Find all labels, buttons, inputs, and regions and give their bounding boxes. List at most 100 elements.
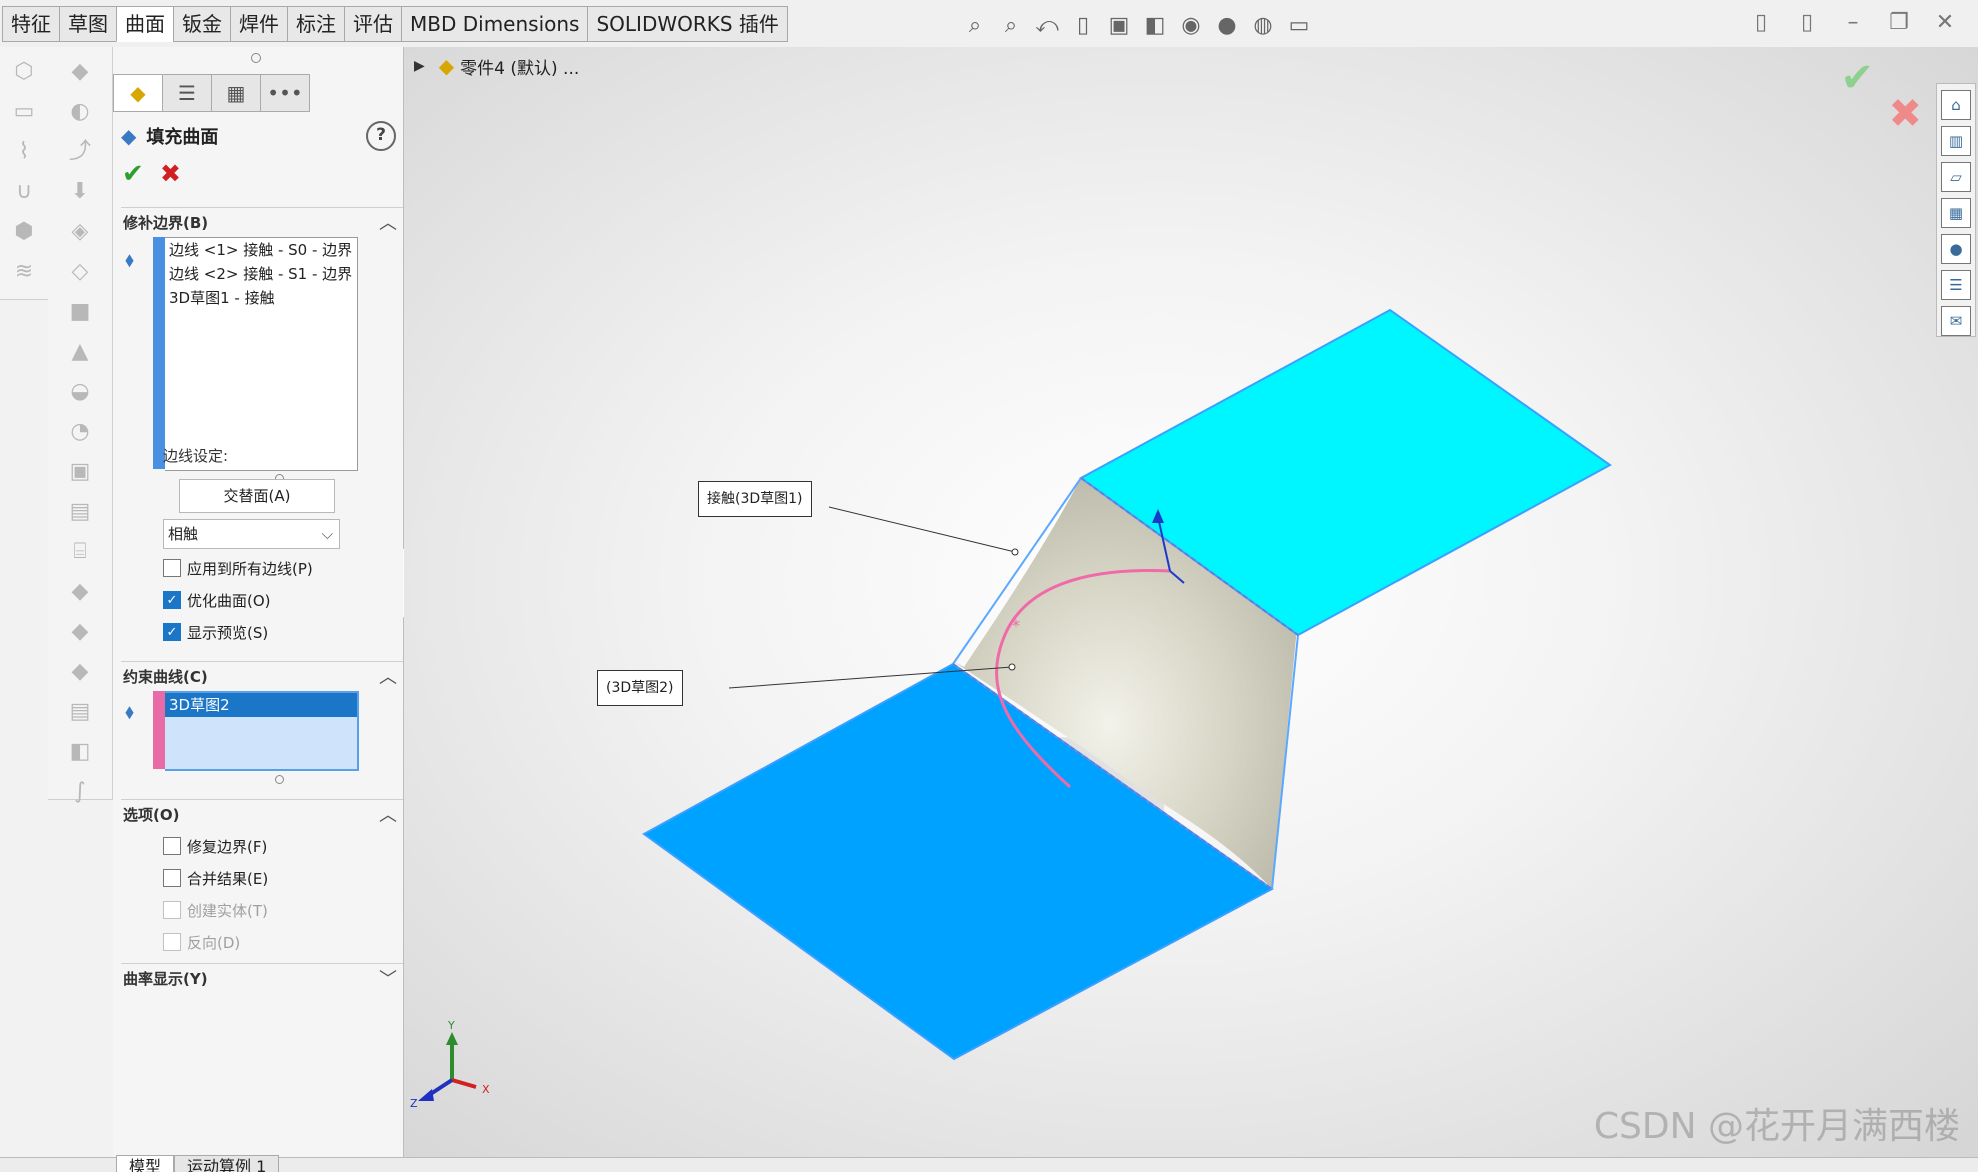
tab-motion-study-1[interactable]: 运动算例 1 [174,1155,280,1172]
more-tab[interactable]: ••• [260,74,310,112]
list-resize-grip[interactable] [275,775,284,784]
ruled-surface-icon[interactable]: ⤴ [65,137,95,167]
section-view-icon[interactable]: ▯ [1068,10,1098,40]
lofted-surface-icon[interactable]: ∪ [9,177,39,207]
checkbox-label: 应用到所有边线(P) [187,559,313,578]
boundary-surface-icon[interactable]: ⬢ [9,217,39,247]
cut-with-surface-icon[interactable]: ◆ [65,617,95,647]
fill-surface-icon[interactable]: ◆ [65,57,95,87]
alternate-face-button[interactable]: 交替面(A) [179,479,335,513]
chevron-up-icon[interactable]: ︿ [379,801,397,827]
tab-weldments[interactable]: 焊件 [230,6,287,42]
view-orientation-icon[interactable]: ▣ [1104,10,1134,40]
list-item[interactable]: 边线 <1> 接触 - S0 - 边界 [165,238,357,262]
leader-end [1008,663,1016,671]
cancel-button[interactable]: ✖ [160,159,181,188]
tab-annotation[interactable]: 标注 [287,6,344,42]
appearance-icon[interactable]: ● [1212,10,1242,40]
checkbox-box[interactable] [163,837,181,855]
optimize-surface-checkbox[interactable]: ✓ 优化曲面(O) [163,587,271,613]
tab-features[interactable]: 特征 [2,6,59,42]
replace-face-icon[interactable]: ▲ [65,337,95,367]
curve-point-marker: * [1012,616,1020,635]
property-manager-tab[interactable]: ☰ [162,74,211,112]
tile-left-icon[interactable]: ▯ [1748,10,1774,36]
apply-all-edges-checkbox[interactable]: 应用到所有边线(P) [163,555,313,581]
edge-selection-icon: ⬧ [125,247,134,271]
zoom-area-icon[interactable]: ⌕ [996,10,1026,40]
tab-model[interactable]: 模型 [116,1155,175,1172]
chevron-up-icon[interactable]: ︿ [379,663,397,689]
thickened-cut-icon[interactable]: ◆ [65,577,95,607]
callout-3d-sketch-2[interactable]: (3D草图2) [597,670,683,706]
extruded-surface-icon[interactable]: ⬡ [9,57,39,87]
fill-surface-icon: ◆ [121,124,137,148]
configuration-manager-icon: ▦ [226,81,246,105]
checkbox-box[interactable] [163,559,181,577]
view-settings-icon[interactable]: ▭ [1284,10,1314,40]
close-icon[interactable]: ✕ [1932,10,1958,36]
show-preview-checkbox[interactable]: ✓ 显示预览(S) [163,619,268,645]
minimize-icon[interactable]: – [1840,10,1866,36]
scene-icon[interactable]: ◍ [1248,10,1278,40]
ok-button[interactable]: ✔ [122,159,144,189]
panel-resize-grip[interactable] [251,53,261,63]
curves-icon[interactable]: ∫ [65,777,95,807]
reference-geometry-icon[interactable]: ▤ [65,697,95,727]
trim-surface-icon[interactable]: ◔ [65,417,95,447]
constraint-curves-section-header[interactable]: 约束曲线(C) ︿ [121,661,403,690]
checkbox-box[interactable]: ✓ [163,623,181,641]
constraint-curves-label: 约束曲线(C) [123,667,208,686]
curvature-display-section-header[interactable]: 曲率显示(Y) ﹀ [121,963,403,992]
feature-manager-tab[interactable]: ◆ [113,74,162,112]
freeform-icon[interactable]: ◐ [65,97,95,127]
more-icon: ••• [267,81,303,105]
fix-boundary-checkbox[interactable]: 修复边界(F) [163,833,267,859]
patch-boundary-list[interactable]: 边线 <1> 接触 - S0 - 边界 边线 <2> 接触 - S1 - 边界 … [165,237,358,471]
checkbox-box[interactable]: ✓ [163,591,181,609]
tile-right-icon[interactable]: ▯ [1794,10,1820,36]
constraint-curves-list[interactable]: 3D草图2 [165,691,359,771]
curve-selection-icon: ⬧ [125,699,134,723]
list-item[interactable]: 3D草图1 - 接触 [165,286,357,310]
tab-evaluate[interactable]: 评估 [344,6,401,42]
radiate-surface-icon[interactable]: ◈ [65,217,95,247]
zoom-to-fit-icon[interactable]: ⌕ [960,10,990,40]
plane-icon[interactable]: ◧ [65,737,95,767]
model-view[interactable]: * [404,47,1978,1157]
restore-icon[interactable]: ❐ [1886,10,1912,36]
list-item[interactable]: 边线 <2> 接触 - S1 - 边界 [165,262,357,286]
surface-flatten-icon[interactable]: ◇ [65,257,95,287]
options-section-header[interactable]: 选项(O) ︿ [121,799,403,828]
chevron-down-icon[interactable]: ﹀ [379,965,397,991]
edge-condition-select[interactable]: 相触 ⌵ [163,519,340,549]
callout-contact-3d-sketch-1[interactable]: 接触(3D草图1) [698,481,812,517]
help-button[interactable]: ? [366,121,396,151]
thicken-icon[interactable]: ⌸ [65,537,95,567]
planar-surface-icon[interactable]: ≋ [9,257,39,287]
configuration-manager-tab[interactable]: ▦ [211,74,260,112]
reverse-checkbox: 反向(D) [163,929,240,955]
swept-surface-icon[interactable]: ⌇ [9,137,39,167]
patch-boundary-section-header[interactable]: 修补边界(B) ︿ [121,207,403,236]
untrim-surface-icon[interactable]: ▣ [65,457,95,487]
tab-sheet-metal[interactable]: 钣金 [173,6,230,42]
tab-surfaces[interactable]: 曲面 [116,6,173,42]
delete-face-icon[interactable]: ■ [65,297,95,327]
offset-surface-icon[interactable]: ⬇ [65,177,95,207]
list-item[interactable]: 3D草图2 [165,693,357,717]
display-style-icon[interactable]: ◧ [1140,10,1170,40]
knit-surface-icon[interactable]: ▤ [65,497,95,527]
tab-sketch[interactable]: 草图 [59,6,116,42]
fillet-icon[interactable]: ◆ [65,657,95,687]
extend-surface-icon[interactable]: ◒ [65,377,95,407]
graphics-area[interactable]: ▶ ◆ 零件4 (默认) ... ✔ ✖ ⌂ ▥ ▱ ▦ ● ☰ ✉ * 接触(… [404,47,1978,1157]
checkbox-box[interactable] [163,869,181,887]
tab-solidworks-addins[interactable]: SOLIDWORKS 插件 [587,6,788,42]
hide-show-icon[interactable]: ◉ [1176,10,1206,40]
tab-mbd-dimensions[interactable]: MBD Dimensions [401,6,588,42]
merge-result-checkbox[interactable]: 合并结果(E) [163,865,268,891]
chevron-up-icon[interactable]: ︿ [379,209,397,235]
previous-view-icon[interactable]: ⤺ [1032,10,1062,40]
revolved-surface-icon[interactable]: ▭ [9,97,39,127]
